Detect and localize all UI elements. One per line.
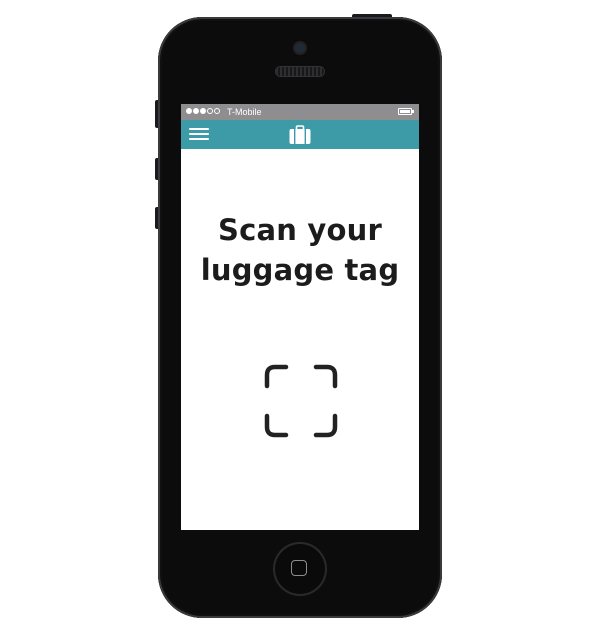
nav-bar: [181, 120, 419, 149]
signal-dot: [207, 108, 213, 114]
battery-icon: [398, 108, 414, 115]
stage: T-Mobile Scan your luggage tag: [0, 0, 600, 635]
hamburger-menu-icon[interactable]: [189, 126, 211, 143]
page-title: Scan your luggage tag: [181, 210, 419, 290]
headline-line-2: luggage tag: [200, 253, 400, 287]
signal-dot: [193, 108, 199, 114]
home-button-icon[interactable]: [275, 544, 325, 594]
signal-dot: [186, 108, 192, 114]
headline-line-1: Scan your: [218, 213, 382, 247]
status-bar: T-Mobile: [181, 104, 419, 120]
signal-dot: [214, 108, 220, 114]
signal-dot: [200, 108, 206, 114]
suitcase-icon: [289, 125, 311, 144]
carrier-name: T-Mobile: [227, 107, 262, 117]
front-camera: [295, 43, 305, 53]
phone-screen: T-Mobile Scan your luggage tag: [181, 104, 419, 530]
earpiece-speaker: [276, 67, 324, 76]
scan-frame-icon[interactable]: [264, 364, 338, 438]
signal-strength-icon: [186, 108, 220, 114]
